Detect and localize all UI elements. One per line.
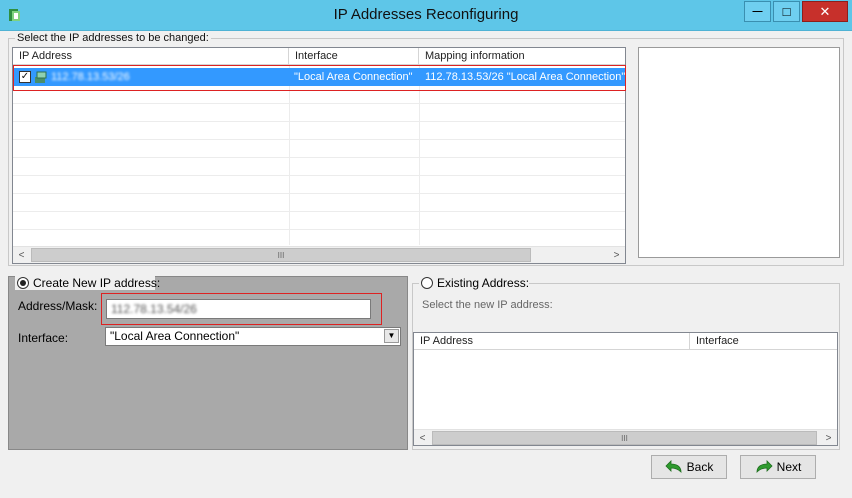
selected-row-highlight <box>13 65 626 91</box>
scroll-left-icon[interactable]: < <box>13 247 30 263</box>
next-arrow-icon <box>756 460 773 473</box>
back-button[interactable]: Back <box>651 455 727 479</box>
existing-address-radio[interactable] <box>421 277 433 289</box>
existing-ip-list[interactable]: IP Address Interface < III > <box>413 332 838 446</box>
chevron-down-icon[interactable]: ▼ <box>384 329 399 343</box>
interface-select[interactable]: "Local Area Connection" ▼ <box>105 327 401 346</box>
interface-select-value: "Local Area Connection" <box>110 329 240 343</box>
maximize-icon: □ <box>782 4 791 19</box>
column-existing-ip-address[interactable]: IP Address <box>414 333 690 350</box>
interface-label: Interface: <box>18 331 69 345</box>
back-button-label: Back <box>686 460 714 474</box>
column-existing-interface[interactable]: Interface <box>690 333 837 350</box>
scroll-thumb[interactable]: III <box>31 248 531 262</box>
address-mask-label: Address/Mask: <box>18 299 98 313</box>
select-new-ip-instruction: Select the new IP address: <box>422 299 553 311</box>
address-input-highlight <box>101 293 382 325</box>
create-new-radio[interactable] <box>17 277 29 289</box>
close-icon: ✕ <box>819 3 831 19</box>
scroll-right-icon[interactable]: > <box>820 430 837 445</box>
existing-list-header: IP Address Interface <box>414 333 837 350</box>
close-button[interactable]: ✕ <box>802 1 848 22</box>
info-panel <box>638 47 840 258</box>
window-title: IP Addresses Reconfiguring <box>333 6 519 23</box>
minimize-icon: — <box>752 6 763 17</box>
title-bar: IP Addresses Reconfiguring — □ ✕ <box>0 0 852 31</box>
existing-list-hscroll[interactable]: < III > <box>414 429 837 445</box>
create-new-label: Create New IP address: <box>33 276 161 290</box>
existing-address-label: Existing Address: <box>437 276 530 290</box>
column-mapping-information[interactable]: Mapping information <box>419 48 625 65</box>
top-group-title: Select the IP addresses to be changed: <box>15 32 211 44</box>
ip-list-hscroll[interactable]: < III > <box>13 246 625 263</box>
next-button-label: Next <box>776 460 802 474</box>
back-arrow-icon <box>665 460 682 473</box>
ip-list-header: IP Address Interface Mapping information <box>13 48 625 65</box>
scroll-left-icon[interactable]: < <box>414 430 431 445</box>
maximize-button[interactable]: □ <box>773 1 800 22</box>
scroll-right-icon[interactable]: > <box>608 247 625 263</box>
column-ip-address[interactable]: IP Address <box>13 48 289 65</box>
next-button[interactable]: Next <box>740 455 816 479</box>
column-interface[interactable]: Interface <box>289 48 419 65</box>
minimize-button[interactable]: — <box>744 1 771 22</box>
scroll-thumb[interactable]: III <box>432 431 817 445</box>
